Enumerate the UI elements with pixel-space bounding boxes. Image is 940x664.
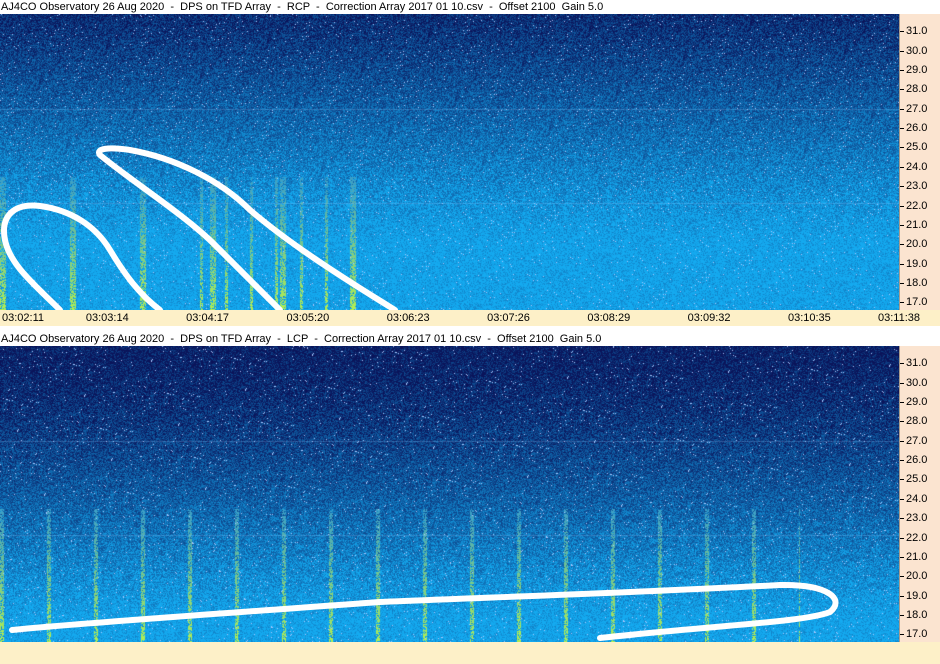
frequency-tick-label: 26.0 (906, 122, 928, 135)
frequency-tick-label: 23.0 (906, 512, 928, 525)
frequency-tick (900, 50, 904, 52)
frequency-tick (900, 89, 904, 91)
frequency-tick (900, 147, 904, 149)
frequency-tick-label: 18.0 (906, 276, 928, 289)
frequency-tick (900, 402, 904, 404)
frequency-tick (900, 421, 904, 423)
frequency-tick (900, 440, 904, 442)
frequency-tick-label: 29.0 (906, 64, 928, 77)
frequency-tick (900, 108, 904, 110)
frequency-tick-label: 25.0 (906, 473, 928, 486)
frequency-tick-label: 18.0 (906, 608, 928, 621)
bottom-status-bar (0, 642, 940, 664)
time-tick-label: 03:09:32 (687, 312, 731, 324)
time-tick-label: 03:08:29 (587, 312, 631, 324)
frequency-tick (900, 479, 904, 481)
frequency-tick (900, 498, 904, 500)
frequency-axis-lcp: 31.0 30.0 29.0 28.0 27.0 26.0 25.0 24.0 23.0 22.0… (899, 346, 940, 642)
frequency-tick-label: 24.0 (906, 160, 928, 173)
time-axis-rcp: 03:02:11 03:03:14 03:04:17 03:05:20 03:06:23… (0, 310, 940, 326)
frequency-tick (900, 595, 904, 597)
time-tick-label: 03:11:38 (877, 312, 920, 324)
frequency-tick (900, 70, 904, 72)
frequency-tick-label: 22.0 (906, 531, 928, 544)
frequency-tick (900, 302, 904, 304)
frequency-tick-label: 28.0 (906, 83, 928, 96)
frequency-tick (900, 244, 904, 246)
frequency-tick-label: 24.0 (906, 492, 928, 505)
frequency-tick (900, 382, 904, 384)
frequency-tick (900, 128, 904, 130)
panel-title-rcp: AJ4CO Observatory 26 Aug 2020 - DPS on T… (0, 0, 940, 14)
time-tick-label: 03:10:35 (787, 312, 831, 324)
spectrogram-lcp (0, 346, 899, 642)
frequency-tick (900, 518, 904, 520)
frequency-tick-label: 29.0 (906, 396, 928, 409)
frequency-tick-label: 27.0 (906, 434, 928, 447)
frequency-tick-label: 21.0 (906, 218, 928, 231)
time-tick-label: 03:03:14 (85, 312, 129, 324)
frequency-tick (900, 363, 904, 365)
frequency-tick-label: 19.0 (906, 589, 928, 602)
frequency-tick-label: 25.0 (906, 141, 928, 154)
frequency-tick (900, 205, 904, 207)
time-tick-label: 03:06:23 (386, 312, 430, 324)
frequency-tick-label: 30.0 (906, 376, 928, 389)
frequency-tick-label: 22.0 (906, 199, 928, 212)
time-tick-label: 03:05:20 (286, 312, 330, 324)
frequency-tick-label: 23.0 (906, 180, 928, 193)
frequency-tick (900, 556, 904, 558)
frequency-tick (900, 166, 904, 168)
frequency-tick-label: 20.0 (906, 238, 928, 251)
time-tick-label: 03:07:26 (487, 312, 530, 324)
frequency-axis-rcp: 31.0 30.0 29.0 28.0 27.0 26.0 25.0 24.0 23.0 22.0… (899, 14, 940, 310)
time-tick-label: 03:04:17 (186, 312, 230, 324)
frequency-tick (900, 224, 904, 226)
frequency-tick-label: 17.0 (906, 296, 928, 309)
frequency-tick (900, 186, 904, 188)
frequency-tick-label: 30.0 (906, 44, 928, 57)
frequency-tick (900, 460, 904, 462)
frequency-tick (900, 282, 904, 284)
frequency-tick-label: 19.0 (906, 257, 928, 270)
frequency-tick-label: 31.0 (906, 25, 928, 38)
panel-title-lcp: AJ4CO Observatory 26 Aug 2020 - DPS on T… (0, 332, 940, 346)
frequency-tick (900, 576, 904, 578)
frequency-tick-label: 28.0 (906, 415, 928, 428)
frequency-tick-label: 20.0 (906, 570, 928, 583)
frequency-tick (900, 263, 904, 265)
frequency-tick (900, 537, 904, 539)
time-tick-label: 03:02:11 (2, 312, 45, 324)
frequency-tick-label: 21.0 (906, 550, 928, 563)
spectrogram-rcp (0, 14, 899, 310)
frequency-tick (900, 31, 904, 33)
frequency-tick-label: 17.0 (906, 628, 928, 641)
frequency-tick-label: 31.0 (906, 357, 928, 370)
frequency-tick (900, 614, 904, 616)
frequency-tick-label: 27.0 (906, 102, 928, 115)
frequency-tick (900, 634, 904, 636)
frequency-tick-label: 26.0 (906, 454, 928, 467)
